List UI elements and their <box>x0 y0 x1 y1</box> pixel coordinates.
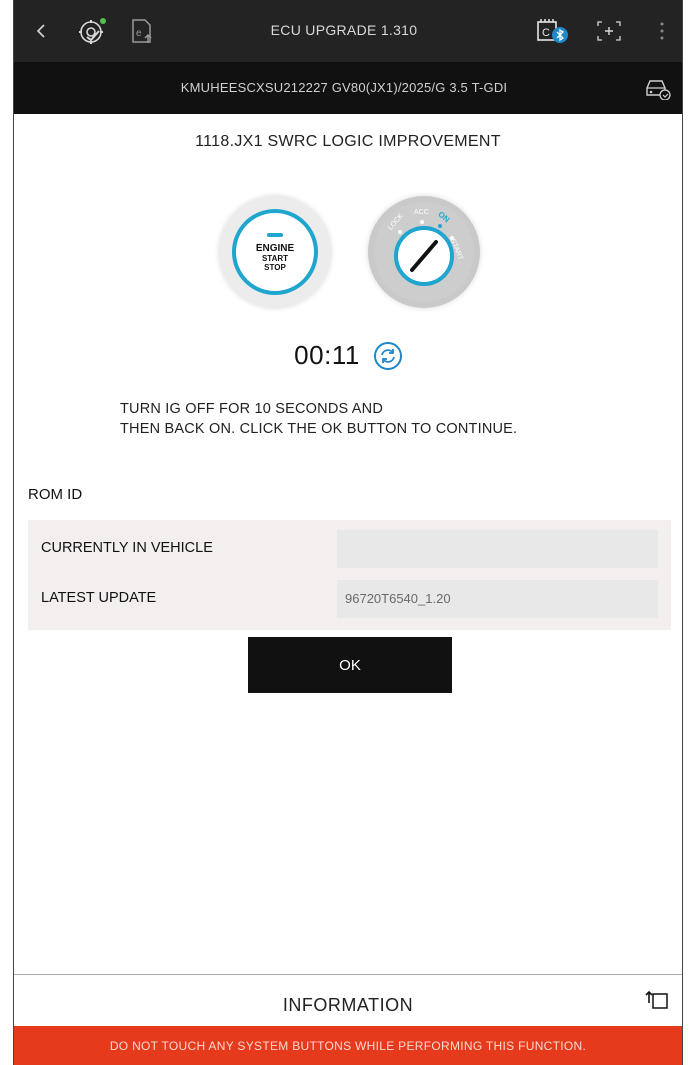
instruction-text: TURN IG OFF FOR 10 SECONDS AND THEN BACK… <box>120 399 640 439</box>
expand-up-icon <box>645 990 668 1009</box>
rom-id-table: CURRENTLY IN VEHICLE LATEST UPDATE 96720… <box>28 520 671 630</box>
app-frame: e ECU UPGRADE 1.310 C KMUHEESCXSU212227 … <box>13 0 683 1065</box>
engine-button-face: ENGINE START STOP <box>232 209 318 295</box>
rom-row-latest: LATEST UPDATE 96720T6540_1.20 <box>28 580 671 618</box>
procedure-heading: 1118.JX1 SWRC LOGIC IMPROVEMENT <box>195 133 501 150</box>
information-label: INFORMATION <box>282 995 414 1015</box>
top-bar: e ECU UPGRADE 1.310 C <box>14 0 682 62</box>
rom-row-current: CURRENTLY IN VEHICLE <box>28 530 671 568</box>
vehicle-diagnostic-button[interactable] <box>642 74 672 102</box>
refresh-button[interactable] <box>373 341 402 370</box>
countdown-timer: 00:11 <box>14 340 682 371</box>
ok-button[interactable]: OK <box>248 637 452 693</box>
vci-bluetooth-button[interactable]: C <box>532 14 572 48</box>
back-button[interactable] <box>28 14 54 48</box>
vehicle-info-bar: KMUHEESCXSU212227 GV80(JX1)/2025/G 3.5 T… <box>14 62 682 114</box>
instruction-line-2: THEN BACK ON. CLICK THE OK BUTTON TO CON… <box>120 421 518 437</box>
ignition-key-icon: LOCK ACC ON START <box>368 196 480 308</box>
rom-row-label: CURRENTLY IN VEHICLE <box>41 540 213 556</box>
stop-label: STOP <box>264 262 286 272</box>
information-bar[interactable]: INFORMATION <box>14 974 682 1026</box>
screen-capture-button[interactable] <box>594 14 624 48</box>
rom-row-value <box>337 530 658 568</box>
rom-row-value: 96720T6540_1.20 <box>337 580 658 618</box>
ecu-upload-icon: e <box>132 19 152 43</box>
more-vert-icon <box>660 22 664 40</box>
engine-led-indicator <box>267 232 283 237</box>
svg-text:C: C <box>542 27 550 39</box>
timer-value: 00:11 <box>294 340 360 370</box>
car-diagnostic-icon <box>646 80 671 100</box>
ignition-dial: LOCK ACC ON START <box>374 202 474 302</box>
engine-label: ENGINE <box>255 242 295 254</box>
page-title: ECU UPGRADE 1.310 <box>270 22 418 38</box>
engine-start-stop-icon: ENGINE START STOP <box>219 196 331 308</box>
chevron-left-icon <box>36 24 45 38</box>
start-label: START <box>261 253 289 263</box>
refresh-icon <box>380 348 395 363</box>
gear-sync-button[interactable] <box>74 14 110 48</box>
ignition-acc-label: ACC <box>414 209 429 216</box>
instruction-line-1: TURN IG OFF FOR 10 SECONDS AND <box>120 401 383 417</box>
gear-sync-icon <box>79 18 106 44</box>
screen-capture-icon <box>597 21 621 41</box>
vehicle-info-text: KMUHEESCXSU212227 GV80(JX1)/2025/G 3.5 T… <box>180 80 508 95</box>
warning-banner: DO NOT TOUCH ANY SYSTEM BUTTONS WHILE PE… <box>14 1026 682 1065</box>
rom-id-title: ROM ID <box>28 486 83 503</box>
ecu-upload-button[interactable]: e <box>124 14 160 48</box>
more-menu-button[interactable] <box>652 14 672 48</box>
expand-panel-button[interactable] <box>644 989 670 1011</box>
rom-row-label: LATEST UPDATE <box>41 590 157 606</box>
bluetooth-vci-icon: C <box>537 19 568 43</box>
svg-text:e: e <box>136 28 142 39</box>
